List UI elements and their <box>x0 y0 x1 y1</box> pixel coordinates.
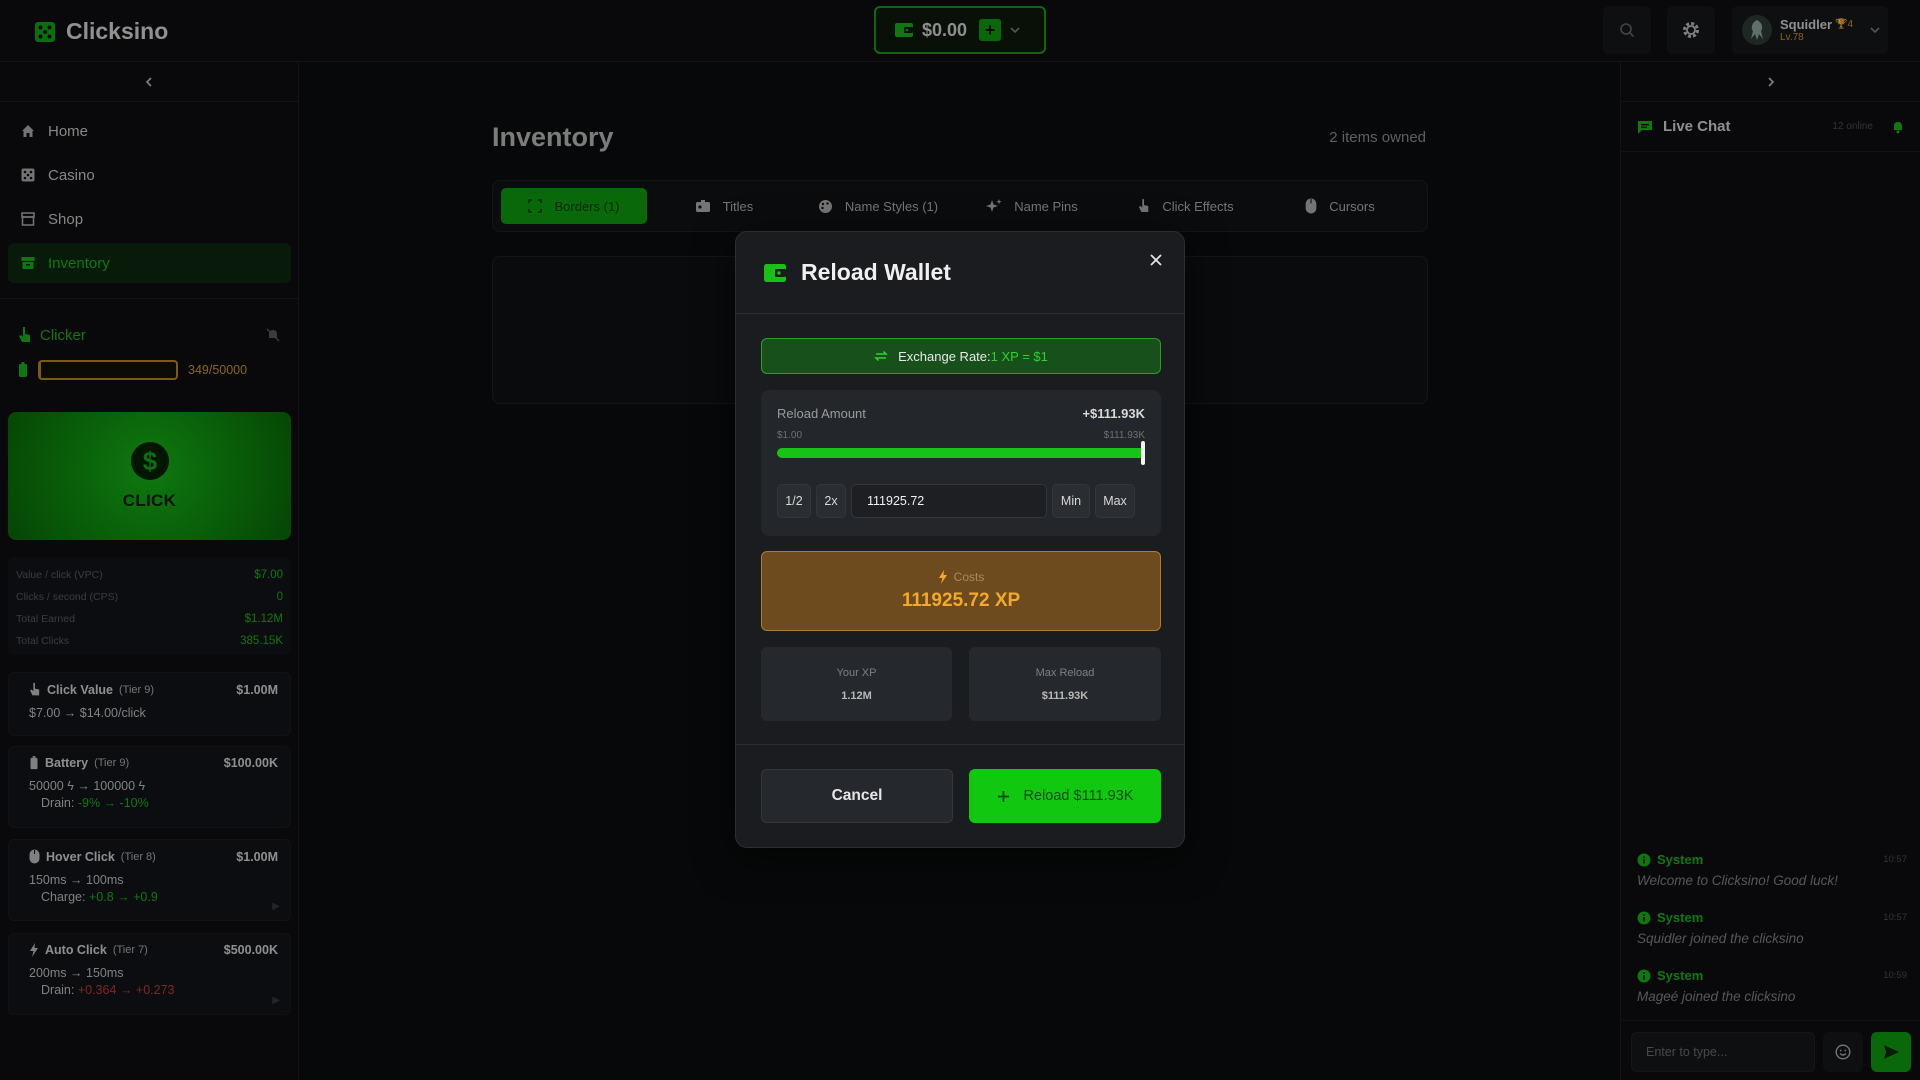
max-reload-box: Max Reload $111.93K <box>969 647 1161 721</box>
wallet-icon <box>764 263 786 282</box>
reload-button[interactable]: Reload $111.93K <box>969 769 1161 823</box>
exchange-rate: Exchange Rate:1 XP = $1 <box>761 338 1161 374</box>
double-button[interactable]: 2x <box>816 484 846 518</box>
slider-min-label: $1.00 <box>777 430 803 441</box>
your-xp-label: Your XP <box>836 666 877 679</box>
cost-value: 111925.72 XP <box>901 590 1021 611</box>
slider-thumb[interactable] <box>1141 441 1145 465</box>
half-button[interactable]: 1/2 <box>777 484 811 518</box>
modal-header: Reload Wallet <box>736 232 1184 314</box>
max-reload-value: $111.93K <box>1041 689 1089 702</box>
cost-label: Costs <box>953 570 985 584</box>
reload-amount-panel: Reload Amount +$111.93K $1.00 $111.93K 1/2… <box>761 390 1161 536</box>
max-button[interactable]: Max <box>1095 484 1135 518</box>
your-xp-box: Your XP 1.12M <box>761 647 952 721</box>
plus-icon <box>997 790 1009 802</box>
slider-fill <box>777 448 1145 458</box>
reload-wallet-modal: Reload Wallet Exchange Rate:1 XP = $1 Re… <box>735 231 1185 848</box>
reload-label: Reload $111.93K <box>1023 788 1134 804</box>
max-reload-label: Max Reload <box>1035 666 1095 679</box>
swap-icon <box>874 350 888 362</box>
cancel-button[interactable]: Cancel <box>761 769 953 823</box>
rate-value: 1 XP = $1 <box>990 348 1048 364</box>
amount-slider[interactable] <box>777 441 1145 465</box>
bolt-icon <box>938 570 947 584</box>
rate-label: Exchange Rate: <box>898 348 991 364</box>
modal-title: Reload Wallet <box>801 259 951 285</box>
amount-controls: 1/2 2x Min Max <box>777 484 1145 518</box>
min-button[interactable]: Min <box>1052 484 1090 518</box>
slider-max-label: $111.93K <box>1103 430 1145 441</box>
amount-label: Reload Amount <box>777 406 866 421</box>
cost-panel: Costs 111925.72 XP <box>761 551 1161 631</box>
close-icon <box>1150 254 1162 266</box>
divider <box>736 744 1184 745</box>
close-button[interactable] <box>1144 248 1168 272</box>
amount-input[interactable] <box>851 484 1047 518</box>
your-xp-value: 1.12M <box>841 689 872 702</box>
amount-total: +$111.93K <box>1082 406 1145 421</box>
